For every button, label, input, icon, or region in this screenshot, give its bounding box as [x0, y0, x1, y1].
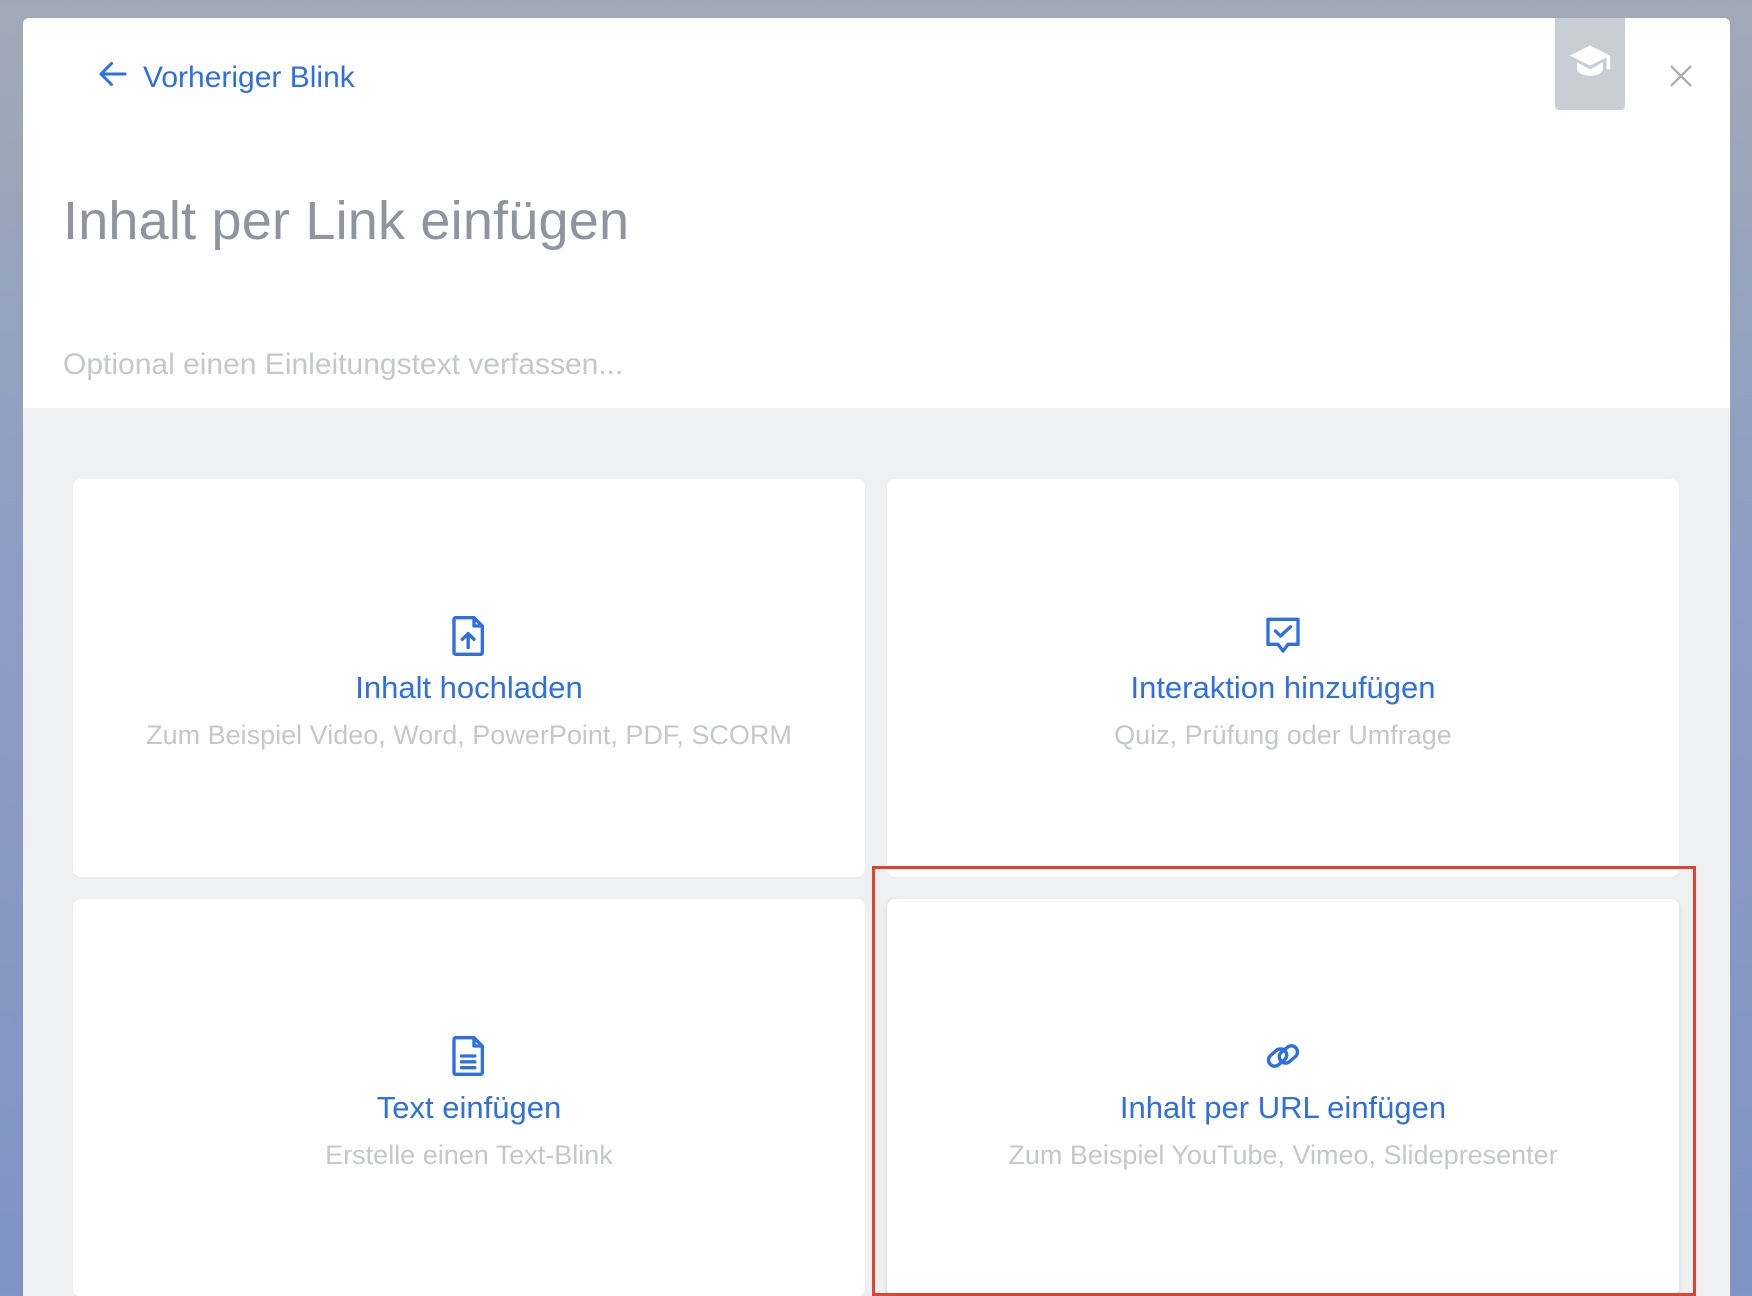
chat-check-icon: [1263, 614, 1303, 658]
file-text-icon: [449, 1034, 489, 1078]
page-title: Inhalt per Link einfügen: [63, 191, 630, 251]
option-title: Inhalt per URL einfügen: [1119, 1089, 1447, 1125]
option-description: Erstelle einen Text-Blink: [325, 1139, 613, 1170]
option-insert-text[interactable]: Text einfügen Erstelle einen Text-Blink: [73, 899, 865, 1296]
option-description: Quiz, Prüfung oder Umfrage: [1114, 719, 1452, 750]
modal-header: Vorheriger Blink Inhalt per Link einfüge…: [23, 18, 1730, 408]
course-button[interactable]: [1555, 18, 1625, 110]
option-description: Zum Beispiel Video, Word, PowerPoint, PD…: [146, 719, 792, 750]
close-button[interactable]: [1661, 58, 1701, 98]
file-upload-icon: [449, 614, 489, 658]
back-link[interactable]: Vorheriger Blink: [95, 56, 355, 100]
back-link-label: Vorheriger Blink: [143, 61, 355, 94]
options-area: Inhalt hochladen Zum Beispiel Video, Wor…: [23, 408, 1730, 1296]
option-title: Text einfügen: [376, 1089, 562, 1125]
option-add-interaction[interactable]: Interaktion hinzufügen Quiz, Prüfung ode…: [887, 479, 1679, 877]
intro-text-input[interactable]: [63, 340, 1563, 390]
option-title: Inhalt hochladen: [355, 669, 583, 705]
option-description: Zum Beispiel YouTube, Vimeo, Slidepresen…: [1008, 1139, 1558, 1170]
option-title: Interaktion hinzufügen: [1130, 669, 1436, 705]
graduation-cap-icon: [1568, 40, 1612, 89]
link-icon: [1263, 1034, 1303, 1078]
close-icon: [1667, 62, 1695, 95]
option-insert-url[interactable]: Inhalt per URL einfügen Zum Beispiel You…: [887, 899, 1679, 1296]
option-upload-content[interactable]: Inhalt hochladen Zum Beispiel Video, Wor…: [73, 479, 865, 877]
modal-dialog: Vorheriger Blink Inhalt per Link einfüge…: [23, 18, 1730, 1296]
arrow-left-icon: [95, 56, 131, 100]
